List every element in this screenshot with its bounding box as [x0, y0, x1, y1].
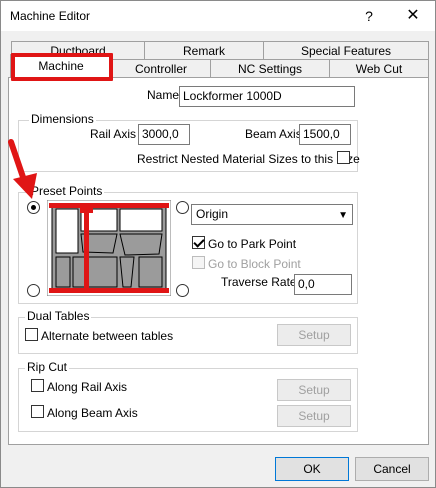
tab-web-cut[interactable]: Web Cut: [329, 59, 429, 79]
along-rail-axis-label: Along Rail Axis: [47, 380, 128, 394]
preset-point-dropdown[interactable]: Origin ▼: [191, 204, 353, 225]
go-to-block-checkbox[interactable]: [192, 256, 205, 269]
rail-axis-label: Rail Axis: [90, 127, 137, 141]
along-beam-axis-label: Along Beam Axis: [47, 406, 138, 420]
chevron-down-icon: ▼: [338, 210, 348, 221]
beam-axis-setup-button[interactable]: Setup: [277, 405, 351, 427]
help-button[interactable]: ?: [357, 5, 381, 27]
preset-radio-bottom-right[interactable]: [176, 284, 189, 297]
go-to-park-label: Go to Park Point: [208, 237, 297, 251]
go-to-block-label: Go to Block Point: [208, 257, 301, 271]
name-label: Name: [147, 88, 180, 102]
restrict-sizes-label: Restrict Nested Material Sizes to this S…: [137, 152, 360, 166]
alternate-tables-label: Alternate between tables: [41, 329, 174, 343]
traverse-rate-label: Traverse Rate: [221, 275, 297, 289]
beam-axis-input[interactable]: 1500,0: [299, 124, 351, 145]
title-bar: Machine Editor ? ✕: [1, 1, 435, 31]
preset-radio-top-right[interactable]: [176, 201, 189, 214]
red-arrow-annotation: [8, 139, 37, 199]
machine-editor-window: Machine Editor ? ✕ Ductboard Remark Spec…: [0, 0, 436, 488]
ok-button[interactable]: OK: [275, 457, 349, 481]
along-beam-axis-checkbox[interactable]: [31, 405, 44, 418]
alternate-tables-checkbox[interactable]: [25, 328, 38, 341]
traverse-rate-input[interactable]: 0,0: [294, 274, 352, 295]
tab-special-features[interactable]: Special Features: [263, 41, 429, 61]
machine-table-preview: [47, 200, 171, 296]
rip-cut-title: Rip Cut: [25, 360, 70, 374]
beam-axis-label: Beam Axis: [245, 127, 302, 141]
dual-tables-title: Dual Tables: [25, 309, 92, 323]
name-input[interactable]: Lockformer 1000D: [179, 86, 355, 107]
preset-point-selected: Origin: [196, 207, 229, 221]
rail-axis-setup-button[interactable]: Setup: [277, 379, 351, 401]
tab-highlight-box: [11, 53, 113, 81]
close-button[interactable]: ✕: [401, 5, 425, 27]
cancel-button[interactable]: Cancel: [355, 457, 429, 481]
go-to-park-checkbox[interactable]: [192, 236, 205, 249]
tab-remark[interactable]: Remark: [144, 41, 264, 61]
rail-axis-input[interactable]: 3000,0: [138, 124, 190, 145]
dimensions-title: Dimensions: [29, 112, 96, 126]
dual-tables-setup-button[interactable]: Setup: [277, 324, 351, 346]
machine-tab-panel: Name Lockformer 1000D Dimensions Rail Ax…: [8, 77, 429, 445]
restrict-sizes-checkbox[interactable]: [337, 151, 350, 164]
tab-controller[interactable]: Controller: [111, 59, 211, 79]
along-rail-axis-checkbox[interactable]: [31, 379, 44, 392]
window-title: Machine Editor: [10, 9, 91, 23]
tab-nc-settings[interactable]: NC Settings: [210, 59, 330, 79]
preset-radio-bottom-left[interactable]: [27, 284, 40, 297]
